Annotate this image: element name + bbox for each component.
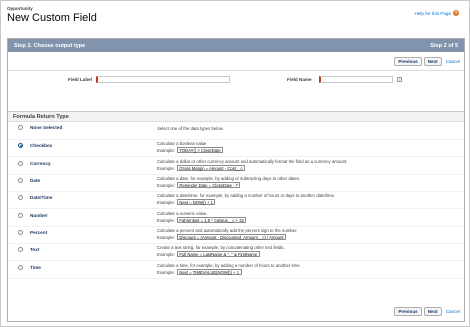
return-type-row[interactable]: Checkbox Calculate a boolean value Example… [8, 140, 464, 157]
cancel-link-top[interactable]: Cancel [446, 59, 460, 64]
cancel-link-bottom[interactable]: Cancel [446, 309, 460, 314]
return-type-description: Calculate a time, for example, by adding… [157, 263, 301, 268]
help-link[interactable]: Help for this Page [414, 11, 451, 16]
radio-button[interactable] [18, 213, 23, 218]
page-title: New Custom Field [7, 12, 97, 24]
return-type-name: Currency [30, 161, 51, 166]
example-formula: Gross Margin = Amount - Cost__c [176, 165, 246, 171]
step-bar: Step 2. Choose output type Step 2 of 5 [8, 39, 464, 52]
radio-button[interactable] [18, 265, 23, 270]
next-button-bottom[interactable]: Next [423, 307, 442, 316]
field-row: Field Label Field Name i [8, 76, 464, 88]
return-type-name: Date [30, 178, 41, 183]
return-type-name: Number [30, 213, 48, 218]
radio-button[interactable] [18, 125, 23, 130]
example-formula: Next = NOW() + 1 [176, 199, 216, 205]
radio-button[interactable] [18, 247, 23, 252]
step-title: Step 2. Choose output type [14, 42, 86, 49]
example-formula: Fahrenheit = 1.8 * Celsius__c + 32 [176, 217, 247, 223]
return-type-name: Date/Time [30, 195, 53, 200]
radio-button[interactable] [18, 143, 23, 148]
example-label: Example: [157, 251, 175, 257]
help-link-container[interactable]: Help for this Page ? [414, 10, 459, 16]
example-formula: Next = TIMEVALUE(NOW()) + 1 [176, 269, 242, 275]
example-formula: TODAY() > CloseDate [176, 147, 224, 153]
question-icon[interactable]: ? [453, 10, 459, 16]
return-type-row[interactable]: Text Create a text string, for example, b… [8, 244, 464, 261]
example-label: Example: [157, 269, 175, 275]
return-type-example: Example: TODAY() > CloseDate [157, 147, 224, 153]
radio-button[interactable] [18, 178, 23, 183]
page-header: Opportunity New Custom Field [7, 6, 97, 24]
return-type-name: None Selected [30, 125, 63, 130]
example-label: Example: [157, 199, 175, 205]
example-label: Example: [157, 182, 175, 188]
example-formula: Reminder Date = CloseDate - 7 [176, 182, 241, 188]
field-label-input[interactable] [96, 76, 230, 83]
return-type-example: Example: Reminder Date = CloseDate - 7 [157, 182, 241, 188]
example-label: Example: [157, 217, 175, 223]
return-type-description: Calculate a numeric value. [157, 211, 208, 216]
return-type-example: Example: Next = NOW() + 1 [157, 199, 216, 205]
return-type-name: Percent [30, 230, 48, 235]
return-type-row[interactable]: Time Calculate a time, for example, by ad… [8, 262, 464, 279]
return-type-description: Select one of the data types below. [157, 126, 224, 131]
example-label: Example: [157, 165, 175, 171]
info-icon[interactable]: i [397, 77, 402, 82]
top-button-row: Previous Next Cancel [394, 57, 460, 66]
return-type-row[interactable]: Date/Time Calculate a date/time, for exam… [8, 192, 464, 209]
return-type-example: Example: Gross Margin = Amount - Cost__c [157, 165, 246, 171]
return-type-description: Calculate a boolean value [157, 141, 207, 146]
radio-button[interactable] [18, 161, 23, 166]
example-formula: Full Name = LastName & ", " & FirstName [176, 251, 260, 257]
radio-button[interactable] [18, 230, 23, 235]
return-type-example: Example: Next = TIMEVALUE(NOW()) + 1 [157, 269, 242, 275]
return-type-example: Example: Discount = (Amount - Discounted_… [157, 234, 287, 240]
return-type-description: Calculate a percent and automatically ad… [157, 228, 298, 233]
field-name-input[interactable] [319, 76, 393, 83]
return-type-row[interactable]: Percent Calculate a percent and automatic… [8, 227, 464, 244]
return-type-example: Example: Fahrenheit = 1.8 * Celsius__c + … [157, 217, 247, 223]
return-type-name: Checkbox [30, 143, 53, 148]
return-type-row[interactable]: Date Calculate a date, for example, by ad… [8, 175, 464, 192]
previous-button-bottom[interactable]: Previous [394, 307, 422, 316]
bottom-button-row: Previous Next Cancel [394, 307, 460, 316]
return-type-description: Create a text string, for example, by co… [157, 245, 285, 250]
return-type-row[interactable]: None Selected Select one of the data type… [8, 123, 464, 140]
next-button-top[interactable]: Next [423, 57, 442, 66]
previous-button-top[interactable]: Previous [394, 57, 422, 66]
section-title: Formula Return Type [8, 111, 464, 122]
radio-button[interactable] [18, 195, 23, 200]
field-name-label: Field Name [287, 77, 312, 82]
return-type-name: Text [30, 247, 40, 252]
field-label-label: Field Label [68, 77, 92, 82]
divider [8, 70, 464, 71]
return-type-row[interactable]: Currency Calculate a dollar or other curr… [8, 158, 464, 175]
return-type-name: Time [30, 265, 41, 270]
wizard-panel: Step 2. Choose output type Step 2 of 5 P… [7, 38, 465, 322]
example-label: Example: [157, 234, 175, 240]
step-count: Step 2 of 5 [430, 42, 458, 49]
return-type-description: Calculate a dollar or other currency amo… [157, 159, 348, 164]
return-type-description: Calculate a date, for example, by adding… [157, 176, 301, 181]
object-label: Opportunity [7, 6, 33, 11]
example-formula: Discount = (Amount - Discounted_Amount__… [176, 234, 287, 240]
example-label: Example: [157, 147, 175, 153]
return-type-example: Example: Full Name = LastName & ", " & Fi… [157, 251, 260, 257]
return-type-description: Calculate a date/time, for example, by a… [157, 193, 336, 198]
return-type-row[interactable]: Number Calculate a numeric value. Example:… [8, 210, 464, 227]
page-frame: Opportunity New Custom Field Help for th… [0, 0, 470, 327]
